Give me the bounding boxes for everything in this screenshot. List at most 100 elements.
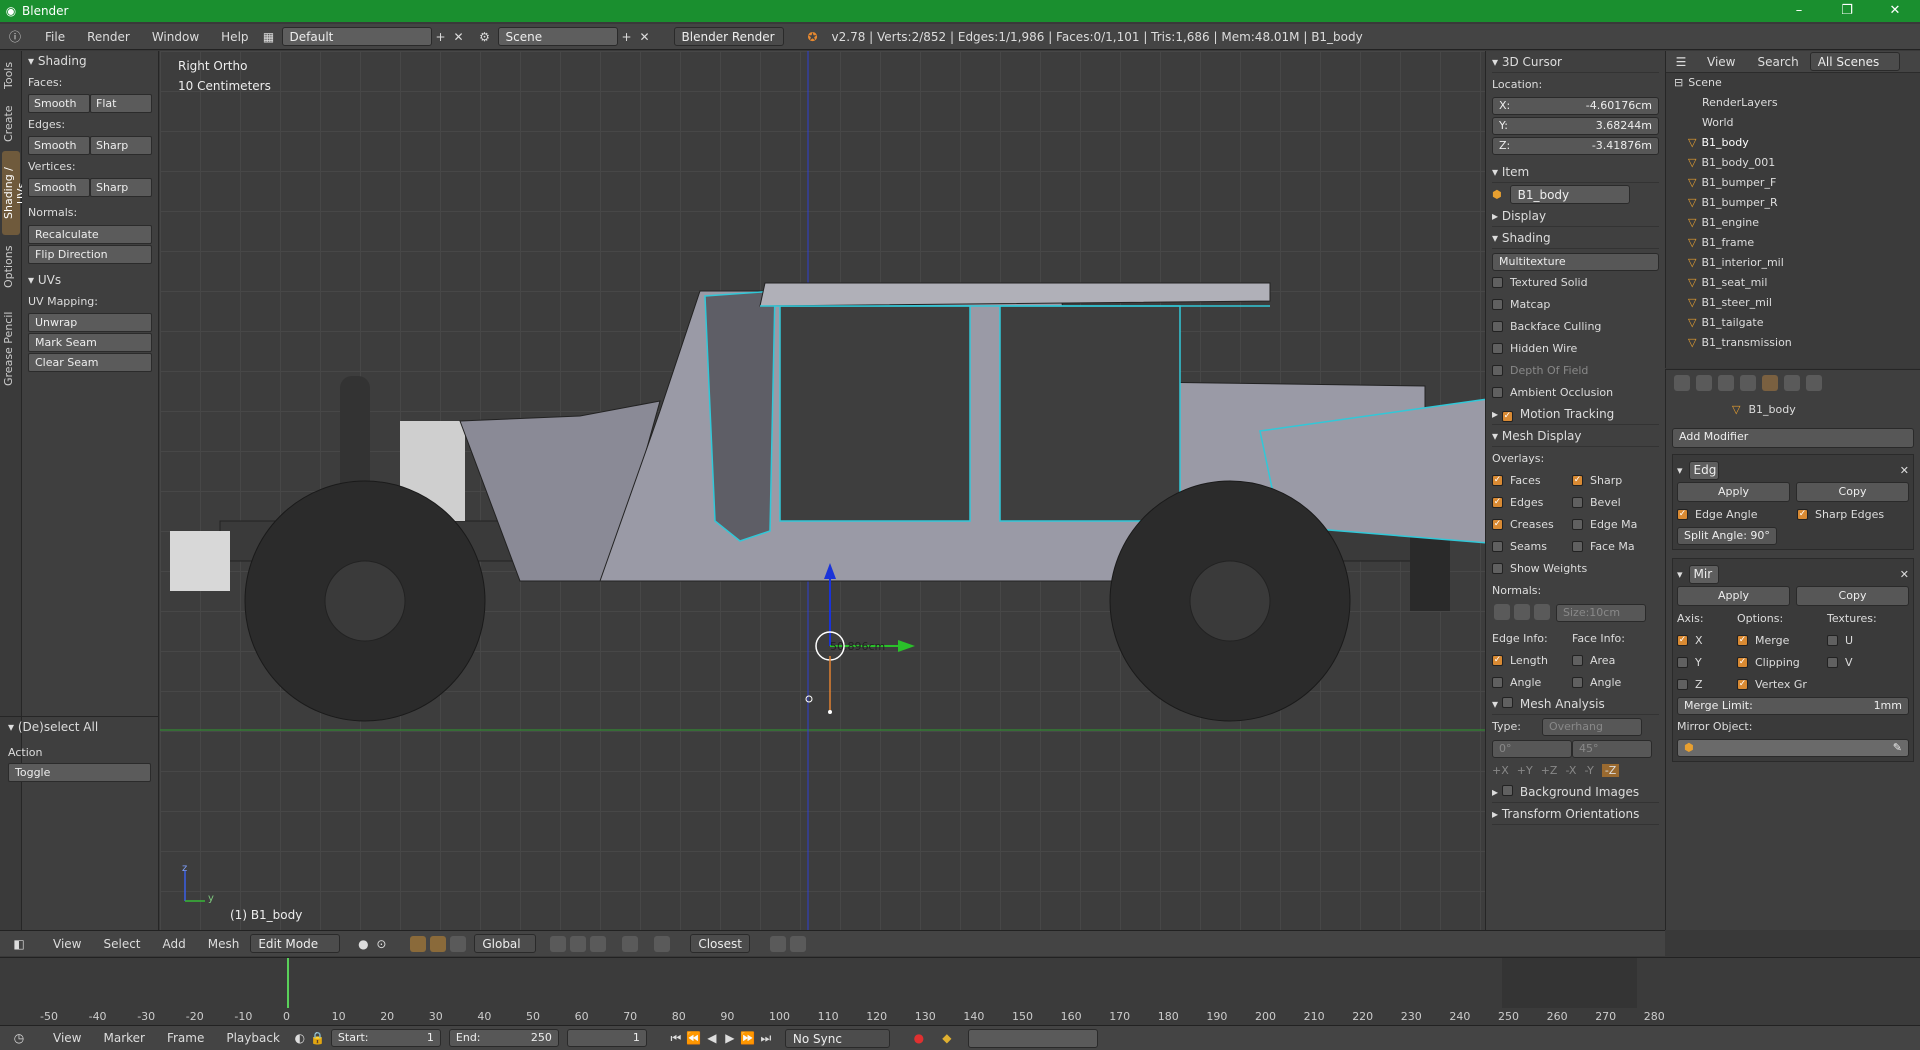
outliner-item-b1-transmission[interactable]: ▽ B1_transmission	[1666, 333, 1920, 353]
jump-start-icon[interactable]: ⏮	[667, 1029, 685, 1047]
cursor-x-field[interactable]: X: -4.60176cm	[1492, 97, 1659, 115]
display-panel-header[interactable]: ▸ Display	[1492, 205, 1659, 227]
screen-layout-icon[interactable]: ▦	[260, 28, 278, 46]
overlay-edges[interactable]: ✓ Edges	[1492, 491, 1572, 513]
lock-icon[interactable]: 🔒	[309, 1029, 327, 1047]
mirror-close-icon[interactable]: ✕	[1900, 568, 1909, 581]
outliner-search-menu[interactable]: Search	[1746, 55, 1809, 69]
edge-angle-checkbox[interactable]: ✓ Edge Angle	[1677, 503, 1797, 525]
item-panel-header[interactable]: ▾ Item	[1492, 161, 1659, 183]
merge-checkbox[interactable]: ✓ Merge	[1737, 629, 1827, 651]
outliner-item-b1-body[interactable]: ▽ B1_body	[1666, 133, 1920, 153]
select-menu[interactable]: Select	[92, 937, 151, 951]
play-reverse-icon[interactable]: ◀	[703, 1029, 721, 1047]
render-preview-icon[interactable]	[770, 935, 787, 952]
outliner-view-menu[interactable]: View	[1696, 55, 1746, 69]
overlay-faces[interactable]: ✓ Faces	[1492, 469, 1572, 491]
recalculate-button[interactable]: Recalculate	[28, 225, 152, 244]
flip-direction-button[interactable]: Flip Direction	[28, 245, 152, 264]
vertex-normals-icon[interactable]	[1494, 604, 1510, 620]
next-keyframe-icon[interactable]: ⏩	[739, 1029, 757, 1047]
outliner-editor-icon[interactable]: ☰	[1672, 53, 1690, 71]
outliner-scene[interactable]: ⊟ Scene	[1666, 73, 1920, 93]
face-info-angle[interactable]: Angle	[1572, 671, 1652, 693]
overlay-edge-marks[interactable]: Edge Ma	[1572, 513, 1652, 535]
remove-scene-icon[interactable]: ✕	[636, 28, 654, 46]
overlay-creases[interactable]: ✓ Creases	[1492, 513, 1572, 535]
tab-grease-pencil[interactable]: Grease Pencil	[2, 299, 20, 399]
outliner-item-b1-steer-mil[interactable]: ▽ B1_steer_mil	[1666, 293, 1920, 313]
face-normals-icon[interactable]	[1534, 604, 1550, 620]
view-menu[interactable]: View	[42, 937, 92, 951]
angle-max-field[interactable]: 45°	[1572, 740, 1652, 758]
object-tab-icon[interactable]	[1740, 375, 1756, 391]
mirror-copy-button[interactable]: Copy	[1796, 586, 1909, 606]
playback-menu[interactable]: Playback	[215, 1031, 291, 1045]
analysis-type-select[interactable]: Overhang	[1542, 718, 1642, 736]
opt-textured-solid[interactable]: Textured Solid	[1492, 271, 1659, 293]
cursor-z-field[interactable]: Z: -3.41876m	[1492, 137, 1659, 155]
add-menu[interactable]: Add	[152, 937, 197, 951]
outliner-item-world[interactable]: World	[1666, 113, 1920, 133]
overlay-face-marks[interactable]: Face Ma	[1572, 535, 1652, 557]
add-layout-icon[interactable]: +	[432, 28, 450, 46]
edge-info-length[interactable]: ✓ Length	[1492, 649, 1572, 671]
axis-x-checkbox[interactable]: ✓ X	[1677, 629, 1737, 651]
tab-shading-uvs[interactable]: Shading / UVs	[2, 151, 28, 235]
uvs-panel-header[interactable]: ▾ UVs	[28, 270, 152, 290]
minimize-button[interactable]: –	[1776, 0, 1822, 22]
opt-ambient-occlusion[interactable]: Ambient Occlusion	[1492, 381, 1659, 403]
vertices-sharp-button[interactable]: Sharp	[90, 178, 152, 197]
loop-normals-icon[interactable]	[1514, 604, 1530, 620]
sharp-edges-checkbox[interactable]: ✓ Sharp Edges	[1797, 503, 1884, 525]
tab-options[interactable]: Options	[2, 239, 20, 295]
mirror-object-field[interactable]: ⬢ ✎	[1677, 739, 1909, 757]
outliner-item-b1-engine[interactable]: ▽ B1_engine	[1666, 213, 1920, 233]
mode-select[interactable]: Edit Mode	[250, 934, 341, 953]
vertex-groups-checkbox[interactable]: ✓ Vertex Gr	[1737, 673, 1827, 695]
record-icon[interactable]: ●	[910, 1029, 928, 1047]
background-images-header[interactable]: ▸ Background Images	[1492, 781, 1659, 803]
camera-icon[interactable]	[790, 935, 807, 952]
menu-render[interactable]: Render	[76, 30, 141, 44]
clipping-checkbox[interactable]: ✓ Clipping	[1737, 651, 1827, 673]
overlay-seams[interactable]: Seams	[1492, 535, 1572, 557]
prev-keyframe-icon[interactable]: ⏪	[685, 1029, 703, 1047]
unwrap-menu[interactable]: Unwrap	[28, 313, 152, 332]
shading-mode-select[interactable]: Multitexture	[1492, 253, 1659, 271]
maximize-button[interactable]: ❐	[1824, 0, 1870, 22]
vertices-smooth-button[interactable]: Smooth	[28, 178, 90, 197]
mirror-apply-button[interactable]: Apply	[1677, 586, 1790, 606]
keying-set-icon[interactable]: ◆	[938, 1029, 956, 1047]
data-tab-icon[interactable]	[1784, 375, 1800, 391]
angle-min-field[interactable]: 0°	[1492, 740, 1572, 758]
cursor-y-field[interactable]: Y: 3.68244m	[1492, 117, 1659, 135]
menu-file[interactable]: File	[34, 30, 76, 44]
edges-sharp-button[interactable]: Sharp	[90, 136, 152, 155]
start-frame-field[interactable]: Start: 1	[330, 1029, 441, 1047]
face-info-area[interactable]: Area	[1572, 649, 1652, 671]
outliner-item-b1-bumper-r[interactable]: ▽ B1_bumper_R	[1666, 193, 1920, 213]
edge-split-name[interactable]: Edg	[1688, 460, 1719, 480]
close-button[interactable]: ✕	[1872, 0, 1918, 22]
tab-create[interactable]: Create	[2, 99, 20, 149]
timeline-editor-icon[interactable]: ◷	[10, 1029, 28, 1047]
face-select-icon[interactable]	[590, 935, 607, 952]
shading-panel-header[interactable]: ▾ Shading	[28, 51, 152, 71]
timeline[interactable]: -50 -40 -30 -20 -10 0 10 20 30 40 50 60 70 80 90 100 110…	[0, 957, 1920, 1025]
menu-window[interactable]: Window	[141, 30, 210, 44]
texture-u-checkbox[interactable]: U	[1827, 629, 1897, 651]
manipulator-rotate-icon[interactable]	[430, 935, 447, 952]
edge-split-apply-button[interactable]: Apply	[1677, 482, 1790, 502]
frame-menu[interactable]: Frame	[156, 1031, 215, 1045]
viewport-shading-icon[interactable]: ●	[354, 935, 372, 953]
edges-smooth-button[interactable]: Smooth	[28, 136, 90, 155]
opt-depth-of-field[interactable]: Depth Of Field	[1492, 359, 1659, 381]
edge-info-angle[interactable]: Angle	[1492, 671, 1572, 693]
overlay-sharp[interactable]: ✓ Sharp	[1572, 469, 1652, 491]
opt-matcap[interactable]: Matcap	[1492, 293, 1659, 315]
manipulator-translate-icon[interactable]	[410, 935, 427, 952]
modifier-tab-icon[interactable]	[1762, 375, 1778, 391]
add-modifier-select[interactable]: Add Modifier	[1672, 428, 1914, 448]
mesh-menu[interactable]: Mesh	[197, 937, 251, 951]
